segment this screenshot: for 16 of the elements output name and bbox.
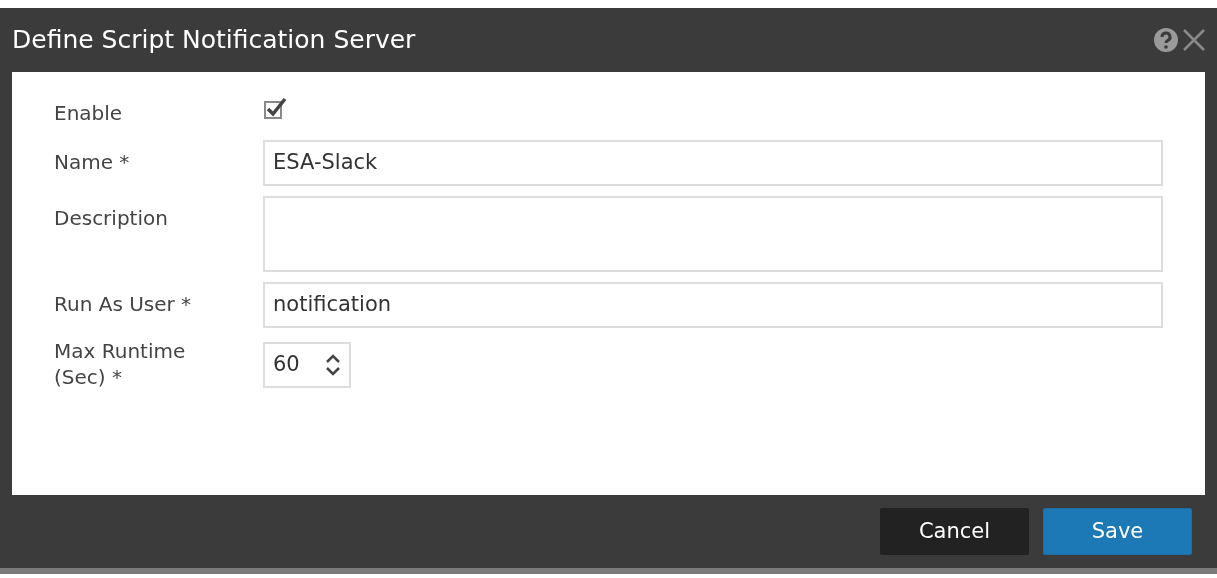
field-label: Enable xyxy=(54,100,124,126)
stepper-icon[interactable] xyxy=(325,352,341,378)
description-field[interactable] xyxy=(263,196,1163,272)
number-spinner[interactable]: 60 xyxy=(263,342,351,388)
field-label: Run As User * xyxy=(54,291,193,318)
text-field[interactable]: ESA-Slack xyxy=(263,140,1163,186)
checkbox[interactable] xyxy=(263,96,289,122)
window-title: Define Script Notification Server xyxy=(12,24,416,57)
text-field[interactable]: notification xyxy=(263,282,1163,328)
field-label: Name * xyxy=(54,149,131,176)
cancel-button[interactable]: Cancel xyxy=(880,508,1029,555)
close-icon[interactable] xyxy=(1181,27,1207,53)
field-label: Description xyxy=(54,205,169,232)
field-label: Max Runtime (Sec) * xyxy=(54,338,187,390)
save-button[interactable]: Save xyxy=(1043,508,1192,555)
help-icon[interactable] xyxy=(1153,27,1179,53)
